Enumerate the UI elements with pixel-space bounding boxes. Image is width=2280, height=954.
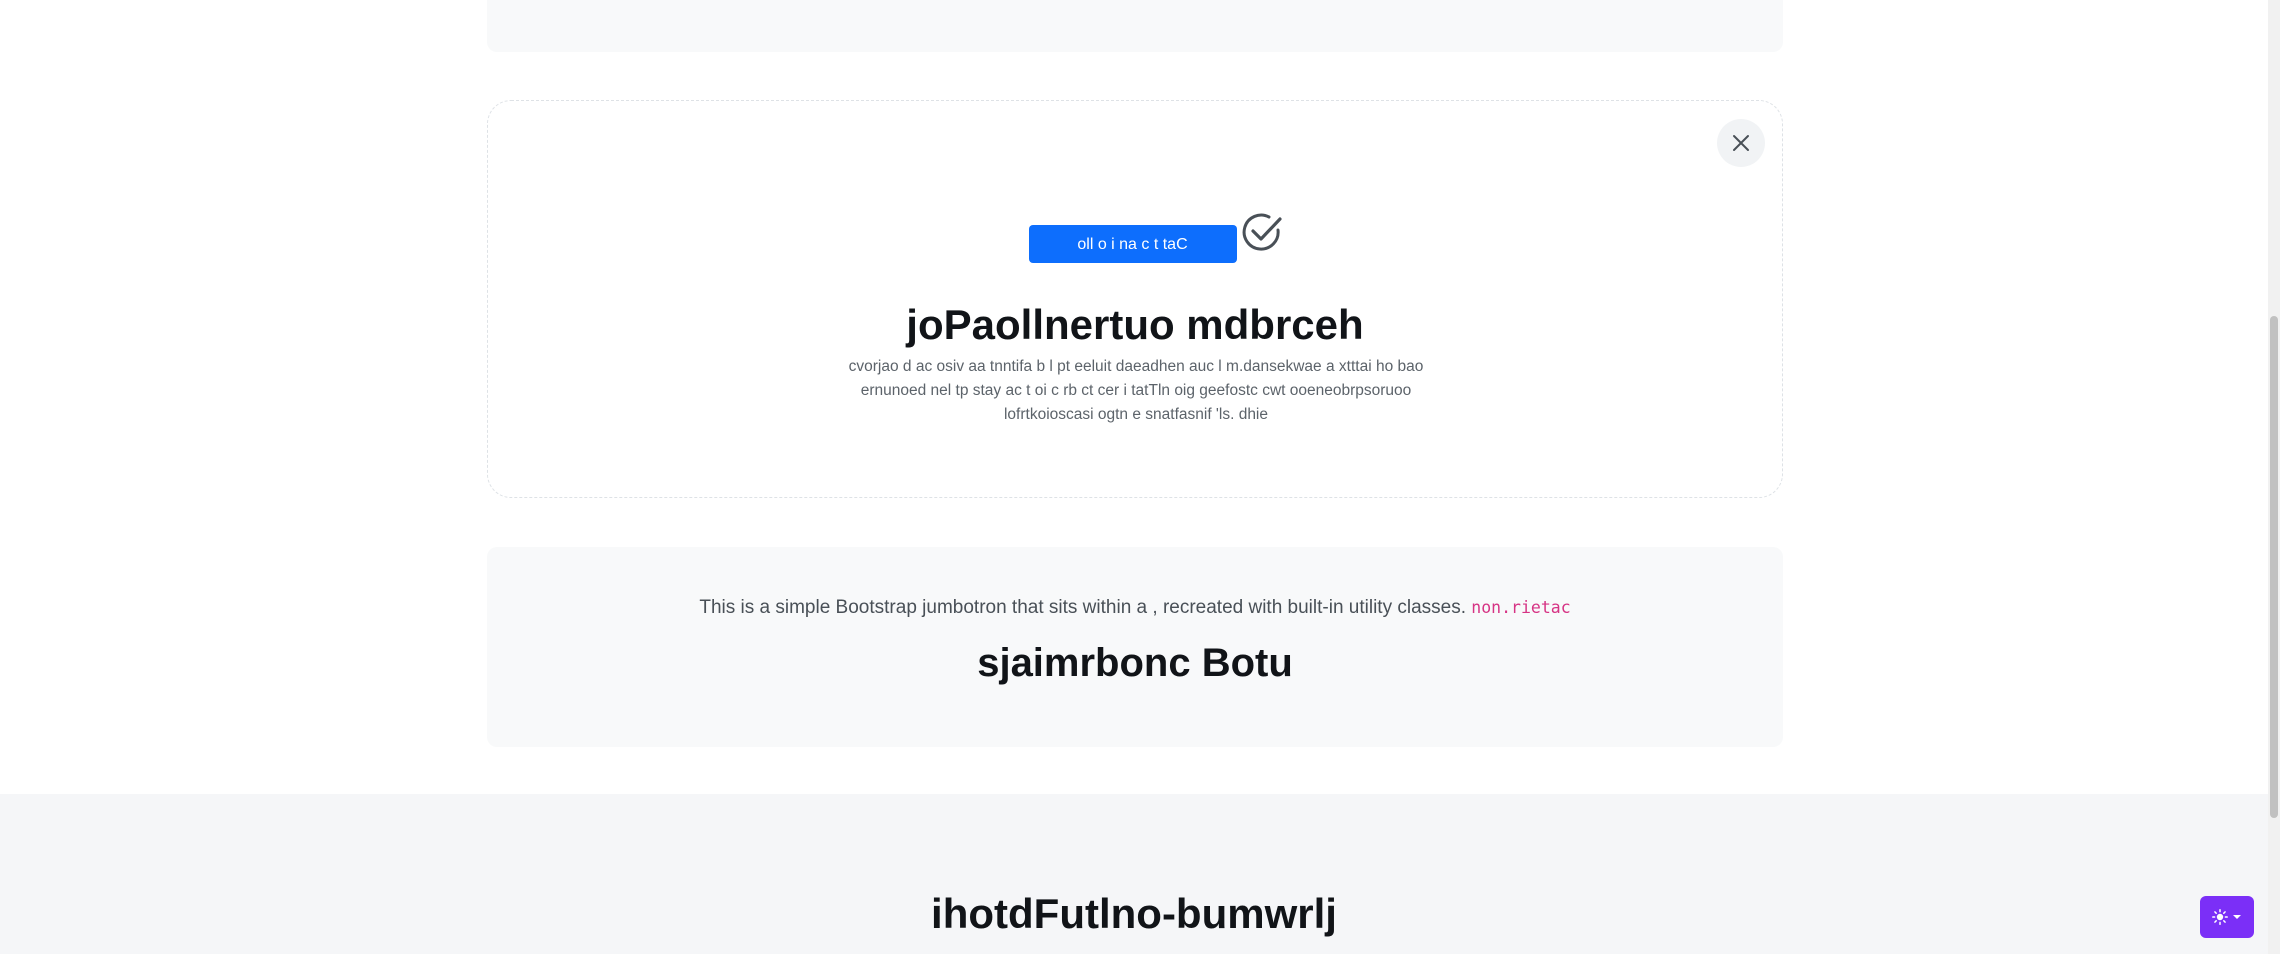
jumbotron-text: This is a simple Bootstrap jumbotron tha…: [487, 597, 1783, 619]
sun-icon: [2212, 909, 2228, 925]
jumbotron: This is a simple Bootstrap jumbotron tha…: [487, 547, 1783, 747]
check-circle-icon: [1242, 213, 1282, 251]
top-card: [487, 0, 1783, 52]
page: oll o i na c t taC joPaollnertuo mdbrceh…: [0, 0, 2280, 954]
caret-down-icon: [2233, 915, 2241, 919]
modal-title: joPaollnertuo mdbrceh: [906, 301, 1364, 348]
cta-button[interactable]: oll o i na c t taC: [1028, 225, 1237, 263]
modal-body-text: cvorjao d ac osiv aa tnntifa b l pt eelu…: [848, 358, 1424, 423]
footer-section: ihotdFutlno-bumwrlj: [0, 794, 2268, 954]
scrollbar[interactable]: [2268, 0, 2280, 954]
scrollbar-thumb[interactable]: [2270, 316, 2278, 818]
theme-toggle-button[interactable]: [2200, 896, 2254, 938]
jumbotron-title: sjaimrbonc Botu: [977, 641, 1293, 685]
close-icon: [1733, 135, 1749, 151]
cta-row: oll o i na c t taC: [488, 201, 1782, 263]
jumbotron-description: This is a simple Bootstrap jumbotron tha…: [699, 597, 1467, 618]
modal-card: oll o i na c t taC joPaollnertuo mdbrceh…: [487, 100, 1783, 498]
close-button[interactable]: [1717, 119, 1765, 167]
jumbotron-code: non.rietac: [1471, 598, 1571, 617]
footer-section-title: ihotdFutlno-bumwrlj: [931, 890, 1337, 937]
